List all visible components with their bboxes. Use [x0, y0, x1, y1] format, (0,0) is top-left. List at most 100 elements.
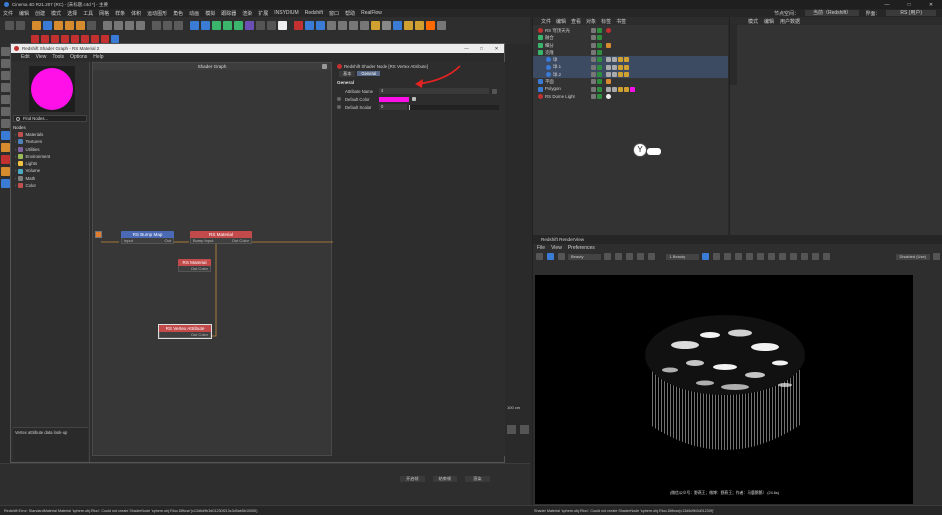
menu-mode[interactable]: 模式 [51, 10, 61, 17]
material2-outcolor-port[interactable]: Out Color [178, 266, 211, 272]
menu-mesh[interactable]: 网格 [99, 10, 109, 17]
shader-menu-edit[interactable]: Edit [21, 54, 30, 60]
visibility-icon[interactable] [591, 57, 596, 63]
rs-node-icon-2[interactable] [1, 143, 10, 152]
rs-tag-icon[interactable] [606, 93, 611, 99]
eyedropper-icon[interactable] [412, 97, 416, 101]
axis-y-icon[interactable] [114, 21, 123, 30]
light-icon[interactable] [278, 21, 287, 30]
rs-node-icon-5[interactable] [1, 179, 10, 188]
default-color-swatch[interactable] [379, 96, 409, 102]
graph-options-icon[interactable] [322, 64, 327, 69]
menu-character[interactable]: 角色 [173, 10, 183, 17]
rv-icon-o[interactable] [812, 253, 820, 260]
check-icon[interactable] [597, 79, 602, 85]
rs-icon-3[interactable] [316, 21, 325, 30]
axis-mode-icon[interactable] [1, 119, 10, 128]
phong-tag-icon[interactable] [606, 42, 611, 48]
move-icon[interactable] [43, 21, 52, 30]
render-canvas[interactable]: (微信公众号：野燕王；微博：野燕王；作者：马鹿鹅鹅） (24.6s) [535, 275, 913, 504]
rv-icon-m[interactable] [790, 253, 798, 260]
axis-z-icon[interactable] [125, 21, 134, 30]
rv-icon-h[interactable] [735, 253, 743, 260]
points-mode-icon[interactable] [1, 71, 10, 80]
default-scalar-slider[interactable] [409, 104, 499, 110]
menu-tracker[interactable]: 跟踪器 [221, 10, 236, 17]
visibility-icon[interactable] [591, 50, 596, 56]
warning-tag-icon[interactable] [618, 86, 623, 92]
live-select-icon[interactable] [32, 21, 41, 30]
array-icon[interactable] [223, 21, 232, 30]
recent-icon[interactable] [87, 21, 96, 30]
shader-menu-options[interactable]: Options [70, 54, 87, 60]
render-button[interactable]: 渲染 [465, 476, 490, 482]
render-picture-icon[interactable] [163, 21, 172, 30]
material-tag-icon[interactable] [612, 64, 617, 70]
rv-icon-n[interactable] [801, 253, 809, 260]
undo-icon[interactable] [5, 21, 14, 30]
check-icon[interactable] [597, 64, 602, 70]
default-scalar-field[interactable]: 0 [379, 104, 407, 110]
grid-icon[interactable] [382, 21, 391, 30]
material-tag-icon[interactable] [612, 86, 617, 92]
warning-tag-icon[interactable] [624, 71, 629, 77]
attribute-menu-icon[interactable] [492, 88, 497, 94]
check-icon[interactable] [597, 71, 602, 77]
graph-input-port[interactable] [95, 231, 102, 238]
category-materials[interactable]: › Materials [15, 131, 89, 138]
rv-icon-l[interactable] [779, 253, 787, 260]
am-menu-edit[interactable]: 编辑 [764, 18, 774, 25]
deformer-icon[interactable] [245, 21, 254, 30]
rs-red-icon-6[interactable] [81, 35, 89, 43]
object-row[interactable]: 球 [533, 56, 728, 64]
rs-red-icon-1[interactable] [31, 35, 39, 43]
rotate-icon[interactable] [65, 21, 74, 30]
shader-close-button[interactable]: ✕ [489, 46, 504, 52]
check-icon[interactable] [597, 86, 602, 92]
menu-create[interactable]: 创建 [35, 10, 45, 17]
rs-red-icon-2[interactable] [41, 35, 49, 43]
menu-tools[interactable]: 工具 [83, 10, 93, 17]
node-rs-bump-map[interactable]: RS Bump Map Input Out [121, 231, 174, 244]
warning-tag-icon[interactable] [618, 57, 623, 63]
phong-tag-icon[interactable] [606, 79, 611, 85]
maximize-button[interactable]: □ [898, 2, 920, 8]
rs-node-icon-3[interactable] [1, 155, 10, 164]
cloner-icon[interactable] [234, 21, 243, 30]
rv-icon-k[interactable] [768, 253, 776, 260]
object-row[interactable]: RS Dome Light [533, 93, 728, 100]
menu-spline[interactable]: 样条 [115, 10, 125, 17]
menu-render[interactable]: 渲染 [242, 10, 252, 17]
find-nodes-input[interactable]: Find Nodes... [13, 115, 87, 122]
warning-tag-icon[interactable] [618, 64, 623, 70]
rv-refresh-icon[interactable] [558, 253, 565, 260]
model-mode-icon[interactable] [1, 47, 10, 56]
om-menu-objects[interactable]: 对象 [586, 18, 596, 25]
shader-minimize-button[interactable]: — [459, 46, 474, 51]
rs-red-icon-5[interactable] [71, 35, 79, 43]
check-icon[interactable] [597, 28, 602, 34]
menu-simulate[interactable]: 模拟 [205, 10, 215, 17]
visibility-icon[interactable] [591, 28, 596, 34]
rs-icon-13[interactable] [437, 21, 446, 30]
transform-icon[interactable] [76, 21, 85, 30]
om-menu-view[interactable]: 查看 [571, 18, 581, 25]
rs-red-icon-8[interactable] [101, 35, 109, 43]
category-color[interactable]: › Color [15, 182, 89, 189]
rs-icon-5[interactable] [338, 21, 347, 30]
polys-mode-icon[interactable] [1, 95, 10, 104]
edges-mode-icon[interactable] [1, 83, 10, 92]
node-space-select[interactable]: 当前（Redshift） [804, 10, 860, 16]
redo-icon[interactable] [16, 21, 25, 30]
om-menu-file[interactable]: 文件 [541, 18, 551, 25]
category-math[interactable]: › Math [15, 175, 89, 182]
render-toggle-icon-2[interactable] [520, 425, 529, 434]
node-rs-vertex-attribute[interactable]: RS Vertex Attribute Out Color [158, 324, 212, 339]
close-button[interactable]: ✕ [920, 2, 942, 8]
rs-icon-11[interactable] [415, 21, 424, 30]
rs-icon-2[interactable] [305, 21, 314, 30]
rs-icon-1[interactable] [294, 21, 303, 30]
axis-x-icon[interactable] [103, 21, 112, 30]
check-icon[interactable] [597, 35, 602, 41]
cube-icon[interactable] [190, 21, 199, 30]
